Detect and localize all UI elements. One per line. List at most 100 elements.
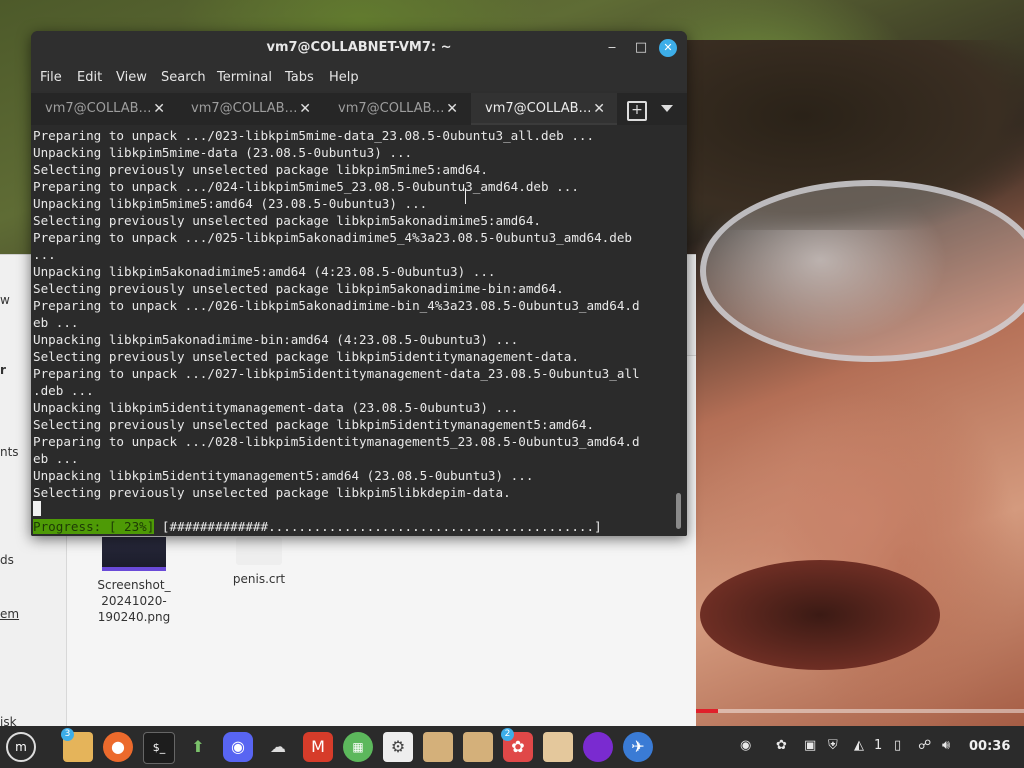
tab-label: vm7@COLLAB… [338,101,445,116]
terminal-line: Unpacking libkpim5akonadimime-bin:amd64 … [33,332,519,347]
tab-close-icon[interactable]: ✕ [446,93,458,125]
terminal-line: Selecting previously unselected package … [33,485,511,500]
clock[interactable]: 00:36 [969,739,1010,754]
discord-tray-icon[interactable]: ◉ [740,738,751,753]
terminal-line: Preparing to unpack .../024-libkpim5mime… [33,179,579,194]
terminal-line: Unpacking libkpim5identitymanagement5:am… [33,468,534,483]
minimize-button[interactable]: ‒ [603,39,621,57]
tab-label: vm7@COLLAB… [485,101,592,116]
progress-bar-text: [#############..........................… [161,519,602,534]
terminal-line: eb ... [33,451,79,466]
terminal-line: Preparing to unpack .../025-libkpim5akon… [33,230,632,245]
menu-view[interactable]: View [116,70,147,85]
terminal-line: Unpacking libkpim5mime-data (23.08.5-0ub… [33,145,413,160]
network-tray-icon[interactable]: ☍ [918,738,931,753]
sidebar-fragment[interactable]: em [0,607,19,621]
menu-bar: File Edit View Search Terminal Tabs Help [31,65,687,91]
tab-close-icon[interactable]: ✕ [153,93,165,125]
terminal-line: Unpacking libkpim5mime5:amd64 (23.08.5-0… [33,196,428,211]
new-tab-icon[interactable]: + [627,101,647,121]
grid-app-icon[interactable]: ▦ [343,732,373,762]
notification-tray-icon[interactable]: ◭ [854,738,864,753]
progress-label: Progress: [ 23%] [33,519,155,534]
menu-tabs[interactable]: Tabs [285,70,314,85]
mouse-ibeam-cursor-icon [465,188,468,204]
cloud-icon[interactable]: ☁ [263,732,293,762]
terminal-line: Unpacking libkpim5akonadimime5:amd64 (4:… [33,264,496,279]
tab-2[interactable]: vm7@COLLAB… ✕ [177,93,323,125]
menu-edit[interactable]: Edit [77,70,102,85]
terminal-scrollbar[interactable] [676,493,681,529]
tab-close-icon[interactable]: ✕ [299,93,311,125]
terminal-line: .deb ... [33,383,94,398]
menu-file[interactable]: File [40,70,62,85]
notification-count: 1 [874,738,883,753]
terminal-cursor [33,501,41,516]
purple-app-icon[interactable] [583,732,613,762]
tab-bar: vm7@COLLAB… ✕ vm7@COLLAB… ✕ vm7@COLLAB… ✕ v… [31,93,687,125]
taskbar: m 3 ● $_ ⬆ ◉ ☁ M ▦ ⚙ ✿ 2 ✈ ◉ ✿ ▣ ⛨ ◭ 1 ▯… [0,726,1024,768]
video-glasses-area [700,180,1024,362]
terminal-line: Selecting previously unselected package … [33,213,541,228]
terminal-line: ... [33,247,56,262]
sidebar-fragment[interactable]: w [0,293,10,307]
certificate-file-icon [236,537,282,565]
video-mouth-area [700,560,940,670]
archive-icon[interactable] [543,732,573,762]
terminal-icon[interactable]: $_ [143,732,175,764]
terminal-line: Preparing to unpack .../023-libkpim5mime… [33,128,595,143]
bee-app-badge: 2 [501,728,514,741]
apt-progress-line: Progress: [ 23%] [#############.........… [33,518,602,535]
video-progress-bar[interactable] [696,709,1024,713]
volume-tray-icon[interactable]: 🔊︎ [942,738,950,753]
clipboard-tray-icon[interactable]: ▣ [804,738,816,753]
discord-icon[interactable]: ◉ [223,732,253,762]
title-bar[interactable]: vm7@COLLABNET-VM7: ~ ‒ □ ✕ [31,31,687,65]
folder-icon-3[interactable] [463,732,493,762]
bee-tray-icon[interactable]: ✿ [776,738,787,753]
terminal-output[interactable]: Preparing to unpack .../023-libkpim5mime… [31,125,687,536]
globe-app-icon[interactable]: ✈ [623,732,653,762]
maximize-button[interactable]: □ [632,39,650,57]
mario-icon[interactable]: M [303,732,333,762]
mint-menu-icon[interactable]: m [6,732,36,762]
tab-label: vm7@COLLAB… [191,101,298,116]
terminal-line: Preparing to unpack .../028-libkpim5iden… [33,434,640,449]
file-item-certificate[interactable]: penis.crt [209,537,309,587]
window-title: vm7@COLLABNET-VM7: ~ [266,40,452,55]
terminal-lines: Preparing to unpack .../023-libkpim5mime… [33,127,673,501]
menu-search[interactable]: Search [161,70,206,85]
tab-close-icon[interactable]: ✕ [593,93,605,125]
sidebar-fragment[interactable]: nts [0,445,19,459]
firefox-icon[interactable]: ● [103,732,133,762]
tab-menu-chevron-icon[interactable] [661,105,673,112]
terminal-line: Selecting previously unselected package … [33,417,595,432]
image-file-icon [102,537,166,571]
file-item-screenshot[interactable]: Screenshot_ 20241020- 190240.png [84,537,184,625]
terminal-line: eb ... [33,315,79,330]
tab-3[interactable]: vm7@COLLAB… ✕ [324,93,470,125]
tab-4-active[interactable]: vm7@COLLAB… ✕ [471,93,617,125]
file-name: penis.crt [232,572,286,586]
update-manager-icon[interactable]: ⬆ [183,732,213,762]
terminal-line: Unpacking libkpim5identitymanagement-dat… [33,400,519,415]
sidebar-fragment[interactable]: ds [0,553,14,567]
battery-tray-icon[interactable]: ▯ [894,738,901,753]
video-progress-played [696,709,718,713]
shield-tray-icon[interactable]: ⛨ [828,738,838,753]
terminal-line: Preparing to unpack .../026-libkpim5akon… [33,298,640,313]
sidebar-fragment[interactable]: r [0,363,6,377]
menu-help[interactable]: Help [329,70,359,85]
folder-badge: 3 [61,728,74,741]
terminal-line: Selecting previously unselected package … [33,349,579,364]
terminal-line: Selecting previously unselected package … [33,162,488,177]
folder-icon-2[interactable] [423,732,453,762]
tab-label: vm7@COLLAB… [45,101,152,116]
settings-icon[interactable]: ⚙ [383,732,413,762]
tab-1[interactable]: vm7@COLLAB… ✕ [31,93,177,125]
close-button[interactable]: ✕ [659,39,677,57]
file-name: Screenshot_ 20241020- 190240.png [97,578,171,624]
terminal-line: Selecting previously unselected package … [33,281,564,296]
terminal-window[interactable]: vm7@COLLABNET-VM7: ~ ‒ □ ✕ File Edit Vie… [31,31,687,536]
menu-terminal[interactable]: Terminal [217,70,272,85]
